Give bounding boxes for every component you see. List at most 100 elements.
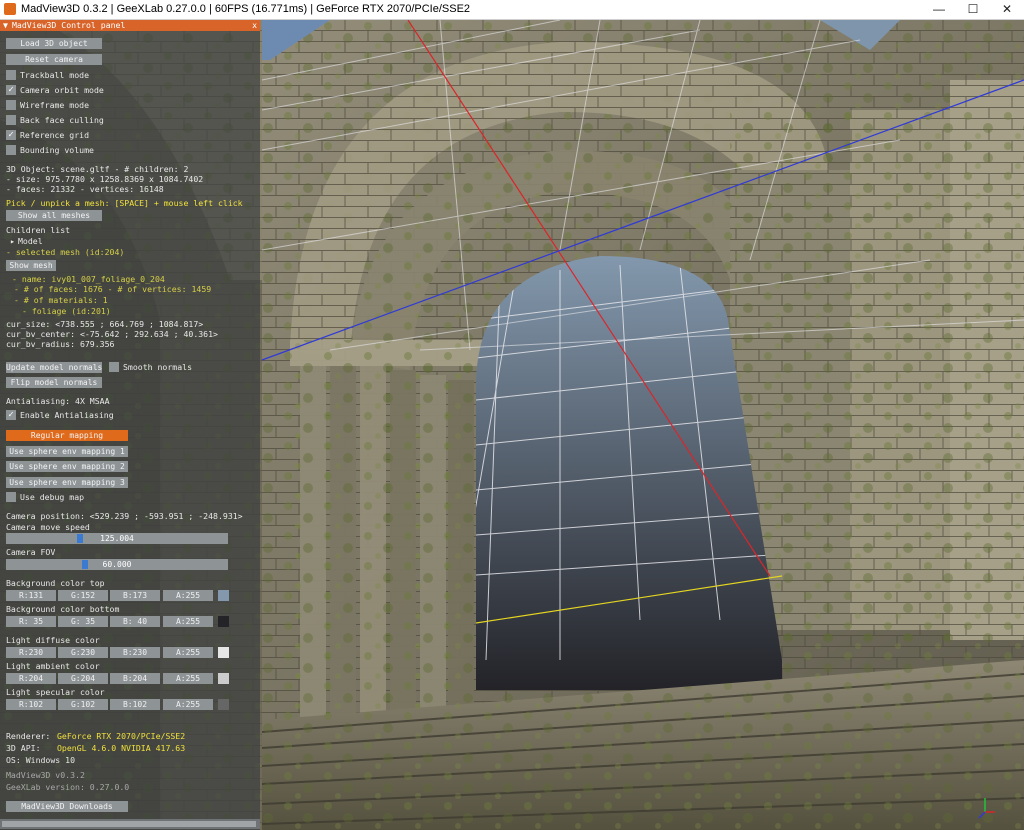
app-icon: [4, 3, 16, 15]
maximize-icon[interactable]: ☐: [956, 0, 990, 19]
panel-header[interactable]: ▼ MadView3D Control panel x: [0, 20, 260, 31]
light-diffuse-b[interactable]: B:230: [110, 647, 160, 658]
minimize-icon[interactable]: —: [922, 0, 956, 19]
light-ambient-b[interactable]: B:204: [110, 673, 160, 684]
debug-map-label: Use debug map: [20, 492, 85, 502]
trackball-label: Trackball mode: [20, 70, 90, 80]
wireframe-label: Wireframe mode: [20, 100, 90, 110]
smooth-normals-label: Smooth normals: [123, 362, 193, 372]
object-info-line: 3D Object: scene.gltf - # children: 2: [6, 164, 189, 174]
light-specular-b[interactable]: B:102: [110, 699, 160, 710]
children-list-label: Children list: [6, 225, 71, 235]
mesh-materials: - # of materials: 1: [14, 295, 108, 305]
load-object-button[interactable]: Load 3D object: [6, 38, 102, 49]
camera-speed-slider[interactable]: 125.004: [6, 533, 228, 544]
light-ambient-label: Light ambient color: [6, 661, 100, 671]
light-diffuse-swatch[interactable]: [218, 647, 229, 658]
app-version: MadView3D v0.3.2: [6, 770, 85, 780]
mesh-faces: - # of faces: 1676 - # of vertices: 1459: [14, 284, 212, 294]
api-value: OpenGL 4.6.0 NVIDIA 417.63: [57, 743, 186, 753]
bounding-volume-checkbox[interactable]: [6, 145, 16, 155]
os-label: OS: Windows 10: [6, 755, 76, 765]
cur-bv-center: cur_bv_center: <-75.642 ; 292.634 ; 40.3…: [6, 329, 218, 339]
object-faces-line: - faces: 21332 - vertices: 16148: [6, 184, 164, 194]
enable-aa-label: Enable Antialiasing: [20, 410, 114, 420]
bg-top-r[interactable]: R:131: [6, 590, 56, 601]
window-title-bar: MadView3D 0.3.2 | GeeXLab 0.27.0.0 | 60F…: [0, 0, 1024, 20]
panel-close-icon[interactable]: x: [252, 20, 257, 31]
light-diffuse-g[interactable]: G:230: [58, 647, 108, 658]
geexlab-version: GeeXLab version: 0.27.0.0: [6, 782, 130, 792]
light-specular-a[interactable]: A:255: [163, 699, 213, 710]
wireframe-checkbox[interactable]: [6, 100, 16, 110]
reference-grid-label: Reference grid: [20, 130, 90, 140]
light-diffuse-r[interactable]: R:230: [6, 647, 56, 658]
camera-orbit-checkbox[interactable]: ✓: [6, 85, 16, 95]
light-specular-label: Light specular color: [6, 687, 105, 697]
renderer-value: GeForce RTX 2070/PCIe/SSE2: [57, 731, 186, 741]
camera-orbit-label: Camera orbit mode: [20, 85, 104, 95]
camera-fov-slider[interactable]: 60.000: [6, 559, 228, 570]
camera-position: Camera position: <529.239 ; -593.951 ; -…: [6, 511, 243, 521]
light-specular-r[interactable]: R:102: [6, 699, 56, 710]
light-specular-g[interactable]: G:102: [58, 699, 108, 710]
renderer-label: Renderer:: [6, 731, 51, 741]
bg-top-swatch[interactable]: [218, 590, 229, 601]
bg-bottom-label: Background color bottom: [6, 604, 120, 614]
bg-top-label: Background color top: [6, 578, 105, 588]
bg-bottom-g[interactable]: G: 35: [58, 616, 108, 627]
antialiasing-label: Antialiasing: 4X MSAA: [6, 396, 110, 406]
bg-top-g[interactable]: G:152: [58, 590, 108, 601]
reference-grid-checkbox[interactable]: ✓: [6, 130, 16, 140]
pick-hint: Pick / unpick a mesh: [SPACE] + mouse le…: [6, 198, 243, 208]
debug-map-checkbox[interactable]: [6, 492, 16, 502]
selected-mesh-label: - selected mesh (id:204): [6, 247, 125, 257]
sphere-env-mapping-3-button[interactable]: Use sphere env mapping 3: [6, 477, 128, 488]
api-label: 3D API:: [6, 743, 41, 753]
light-ambient-r[interactable]: R:204: [6, 673, 56, 684]
tree-model-node[interactable]: Model: [18, 236, 43, 246]
light-specular-swatch[interactable]: [218, 699, 229, 710]
panel-title: MadView3D Control panel: [12, 20, 126, 30]
light-diffuse-a[interactable]: A:255: [163, 647, 213, 658]
light-ambient-swatch[interactable]: [218, 673, 229, 684]
light-ambient-g[interactable]: G:204: [58, 673, 108, 684]
flip-normals-button[interactable]: Flip model normals: [6, 377, 102, 388]
mesh-material-item: - foliage (id:201): [22, 306, 111, 316]
bg-top-a[interactable]: A:255: [163, 590, 213, 601]
enable-aa-checkbox[interactable]: ✓: [6, 410, 16, 420]
panel-scrollbar-thumb[interactable]: [2, 821, 256, 827]
camera-fov-value: 60.000: [102, 560, 132, 569]
bg-bottom-b[interactable]: B: 40: [110, 616, 160, 627]
downloads-button[interactable]: MadView3D Downloads: [6, 801, 128, 812]
reset-camera-button[interactable]: Reset camera: [6, 54, 102, 65]
mesh-name: - name: ivy01_007_foliage_0_204: [12, 274, 165, 284]
panel-scrollbar[interactable]: [0, 819, 260, 829]
back-face-culling-checkbox[interactable]: [6, 115, 16, 125]
show-mesh-button[interactable]: Show mesh: [6, 260, 56, 271]
regular-mapping-button[interactable]: Regular mapping: [6, 430, 128, 441]
light-ambient-a[interactable]: A:255: [163, 673, 213, 684]
show-all-meshes-button[interactable]: Show all meshes: [6, 210, 102, 221]
smooth-normals-checkbox[interactable]: [109, 362, 119, 372]
sphere-env-mapping-1-button[interactable]: Use sphere env mapping 1: [6, 446, 128, 457]
bg-bottom-a[interactable]: A:255: [163, 616, 213, 627]
object-size-line: - size: 975.7780 x 1258.8369 x 1084.7402: [6, 174, 204, 184]
collapse-icon[interactable]: ▼: [3, 20, 8, 31]
trackball-checkbox[interactable]: [6, 70, 16, 80]
light-diffuse-label: Light diffuse color: [6, 635, 100, 645]
sphere-env-mapping-2-button[interactable]: Use sphere env mapping 2: [6, 461, 128, 472]
camera-fov-label: Camera FOV: [6, 547, 56, 557]
window-title: MadView3D 0.3.2 | GeeXLab 0.27.0.0 | 60F…: [21, 3, 471, 15]
bg-bottom-swatch[interactable]: [218, 616, 229, 627]
camera-speed-label: Camera move speed: [6, 522, 90, 532]
update-normals-button[interactable]: Update model normals: [6, 362, 102, 373]
bg-top-b[interactable]: B:173: [110, 590, 160, 601]
close-icon[interactable]: ✕: [990, 0, 1024, 19]
back-face-culling-label: Back face culling: [20, 115, 104, 125]
camera-speed-value: 125.004: [100, 534, 134, 543]
tree-arrow-icon[interactable]: ▸: [10, 236, 15, 246]
control-panel: ▼ MadView3D Control panel x Load 3D obje…: [0, 20, 260, 830]
bg-bottom-r[interactable]: R: 35: [6, 616, 56, 627]
bounding-volume-label: Bounding volume: [20, 145, 94, 155]
